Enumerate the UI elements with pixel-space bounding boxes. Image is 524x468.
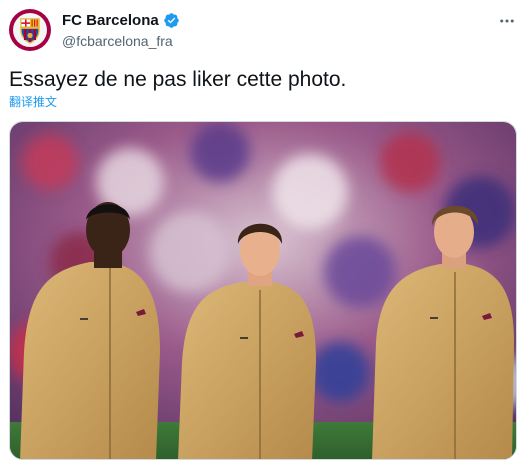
tweet-card[interactable]: FC Barcelona @fcbarcelona_fra Essayez de… <box>0 0 524 468</box>
profile-avatar[interactable] <box>9 9 51 51</box>
account-handle[interactable]: @fcbarcelona_fra <box>62 32 180 50</box>
translate-tweet-link[interactable]: 翻译推文 <box>9 95 57 110</box>
fc-barcelona-crest-icon <box>13 13 47 47</box>
more-options-button[interactable] <box>496 10 518 32</box>
tweet-photo[interactable] <box>9 121 517 460</box>
tweet-text: Essayez de ne pas liker cette photo. <box>9 68 347 91</box>
verified-badge-icon <box>163 12 180 29</box>
more-horizontal-icon <box>500 19 514 23</box>
photo-three-players <box>10 122 516 459</box>
display-name[interactable]: FC Barcelona <box>62 11 159 30</box>
tweet-author: FC Barcelona @fcbarcelona_fra <box>62 11 180 50</box>
